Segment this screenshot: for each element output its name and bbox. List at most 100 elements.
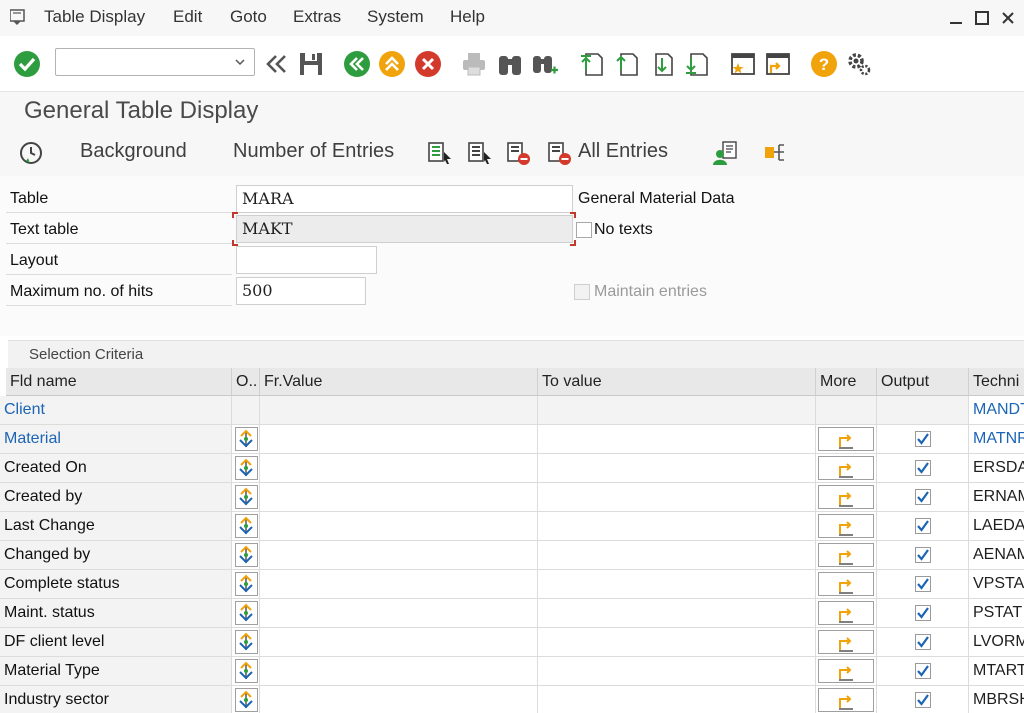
table-input[interactable]: MARA bbox=[236, 185, 573, 213]
user-settings-icon[interactable] bbox=[712, 140, 738, 166]
create-session-button[interactable] bbox=[729, 50, 757, 78]
command-field[interactable] bbox=[55, 48, 255, 76]
multiple-selection-button[interactable] bbox=[818, 543, 874, 567]
output-checkbox[interactable] bbox=[915, 489, 931, 505]
selection-option-button[interactable] bbox=[235, 514, 258, 538]
from-value-input[interactable] bbox=[260, 454, 538, 483]
selection-option-button[interactable] bbox=[235, 456, 258, 480]
select-fields-icon[interactable] bbox=[427, 140, 453, 166]
help-button[interactable]: ? bbox=[810, 50, 838, 78]
execute-clock-icon[interactable] bbox=[18, 140, 44, 166]
selection-option-button[interactable] bbox=[235, 630, 258, 654]
column-header-technical[interactable]: Techni bbox=[969, 368, 1024, 396]
max-hits-input[interactable]: 500 bbox=[236, 277, 366, 305]
output-checkbox[interactable] bbox=[915, 634, 931, 650]
output-checkbox[interactable] bbox=[915, 431, 931, 447]
command-field-toggle-button[interactable] bbox=[262, 50, 290, 78]
first-page-button[interactable] bbox=[578, 50, 606, 78]
background-button[interactable]: Background bbox=[80, 140, 187, 163]
from-value-input[interactable] bbox=[260, 483, 538, 512]
multiple-selection-button[interactable] bbox=[818, 659, 874, 683]
all-entries-icon[interactable] bbox=[547, 140, 573, 166]
to-value-input[interactable] bbox=[538, 686, 816, 713]
output-checkbox[interactable] bbox=[915, 692, 931, 708]
close-window-icon[interactable] bbox=[998, 8, 1018, 28]
to-value-input[interactable] bbox=[538, 425, 816, 454]
maximize-icon[interactable] bbox=[972, 8, 992, 28]
to-value-input[interactable] bbox=[538, 483, 816, 512]
settings-button[interactable] bbox=[845, 50, 873, 78]
back-button[interactable] bbox=[343, 50, 371, 78]
to-value-input[interactable] bbox=[538, 599, 816, 628]
delete-selection-icon[interactable] bbox=[506, 140, 532, 166]
minimize-icon[interactable] bbox=[946, 8, 966, 28]
to-value-input[interactable] bbox=[538, 657, 816, 686]
selection-option-button[interactable] bbox=[235, 601, 258, 625]
last-page-button[interactable] bbox=[683, 50, 711, 78]
all-entries-button[interactable]: All Entries bbox=[578, 140, 668, 163]
selection-option-button[interactable] bbox=[235, 543, 258, 567]
print-button[interactable] bbox=[460, 50, 488, 78]
enter-button[interactable] bbox=[13, 50, 41, 78]
field-list-icon[interactable] bbox=[467, 140, 493, 166]
output-checkbox[interactable] bbox=[915, 547, 931, 563]
selection-option-button[interactable] bbox=[235, 659, 258, 683]
to-value-input[interactable] bbox=[538, 570, 816, 599]
number-of-entries-button[interactable]: Number of Entries bbox=[233, 140, 394, 163]
save-button[interactable] bbox=[297, 50, 325, 78]
multiple-selection-button[interactable] bbox=[818, 630, 874, 654]
selection-option-button[interactable] bbox=[235, 485, 258, 509]
multiple-selection-button[interactable] bbox=[818, 572, 874, 596]
column-header-more[interactable]: More bbox=[816, 368, 877, 396]
layout-input[interactable] bbox=[236, 246, 377, 274]
menu-extras[interactable]: Extras bbox=[293, 7, 341, 27]
hierarchy-icon[interactable] bbox=[762, 140, 788, 166]
selection-option-button[interactable] bbox=[235, 572, 258, 596]
previous-page-button[interactable] bbox=[613, 50, 641, 78]
to-value-input[interactable] bbox=[538, 541, 816, 570]
no-texts-checkbox[interactable] bbox=[576, 222, 592, 238]
from-value-input[interactable] bbox=[260, 599, 538, 628]
column-header-option[interactable]: O.. bbox=[232, 368, 260, 396]
to-value-input[interactable] bbox=[538, 454, 816, 483]
multiple-selection-button[interactable] bbox=[818, 601, 874, 625]
exit-button[interactable] bbox=[378, 50, 406, 78]
menu-table-display[interactable]: Table Display bbox=[44, 7, 145, 27]
multiple-selection-button[interactable] bbox=[818, 485, 874, 509]
shortcut-button[interactable] bbox=[764, 50, 792, 78]
selection-option-button[interactable] bbox=[235, 427, 258, 451]
multiple-selection-button[interactable] bbox=[818, 688, 874, 712]
cancel-button[interactable] bbox=[414, 50, 442, 78]
multiple-selection-button[interactable] bbox=[818, 514, 874, 538]
to-value-input[interactable] bbox=[538, 512, 816, 541]
menu-system[interactable]: System bbox=[367, 7, 424, 27]
multiple-selection-button[interactable] bbox=[818, 427, 874, 451]
column-header-output[interactable]: Output bbox=[877, 368, 969, 396]
from-value-input[interactable] bbox=[260, 541, 538, 570]
column-header-fld-name[interactable]: Fld name bbox=[6, 368, 232, 396]
chevron-down-icon[interactable] bbox=[234, 56, 246, 68]
menu-help[interactable]: Help bbox=[450, 7, 485, 27]
from-value-input[interactable] bbox=[260, 686, 538, 713]
text-table-input[interactable]: MAKT bbox=[236, 215, 573, 243]
output-checkbox[interactable] bbox=[915, 605, 931, 621]
multiple-selection-button[interactable] bbox=[818, 456, 874, 480]
to-value-input[interactable] bbox=[538, 628, 816, 657]
selection-option-button[interactable] bbox=[235, 688, 258, 712]
from-value-input[interactable] bbox=[260, 628, 538, 657]
column-header-from-value[interactable]: Fr.Value bbox=[260, 368, 538, 396]
output-checkbox[interactable] bbox=[915, 518, 931, 534]
next-page-button[interactable] bbox=[648, 50, 676, 78]
from-value-input[interactable] bbox=[260, 512, 538, 541]
output-checkbox[interactable] bbox=[915, 576, 931, 592]
menu-goto[interactable]: Goto bbox=[230, 7, 267, 27]
output-checkbox[interactable] bbox=[915, 460, 931, 476]
find-button[interactable] bbox=[496, 50, 524, 78]
menu-edit[interactable]: Edit bbox=[173, 7, 202, 27]
find-next-button[interactable] bbox=[531, 50, 559, 78]
menu-options-icon[interactable] bbox=[10, 9, 28, 25]
from-value-input[interactable] bbox=[260, 570, 538, 599]
from-value-input[interactable] bbox=[260, 425, 538, 454]
from-value-input[interactable] bbox=[260, 657, 538, 686]
column-header-to-value[interactable]: To value bbox=[538, 368, 816, 396]
